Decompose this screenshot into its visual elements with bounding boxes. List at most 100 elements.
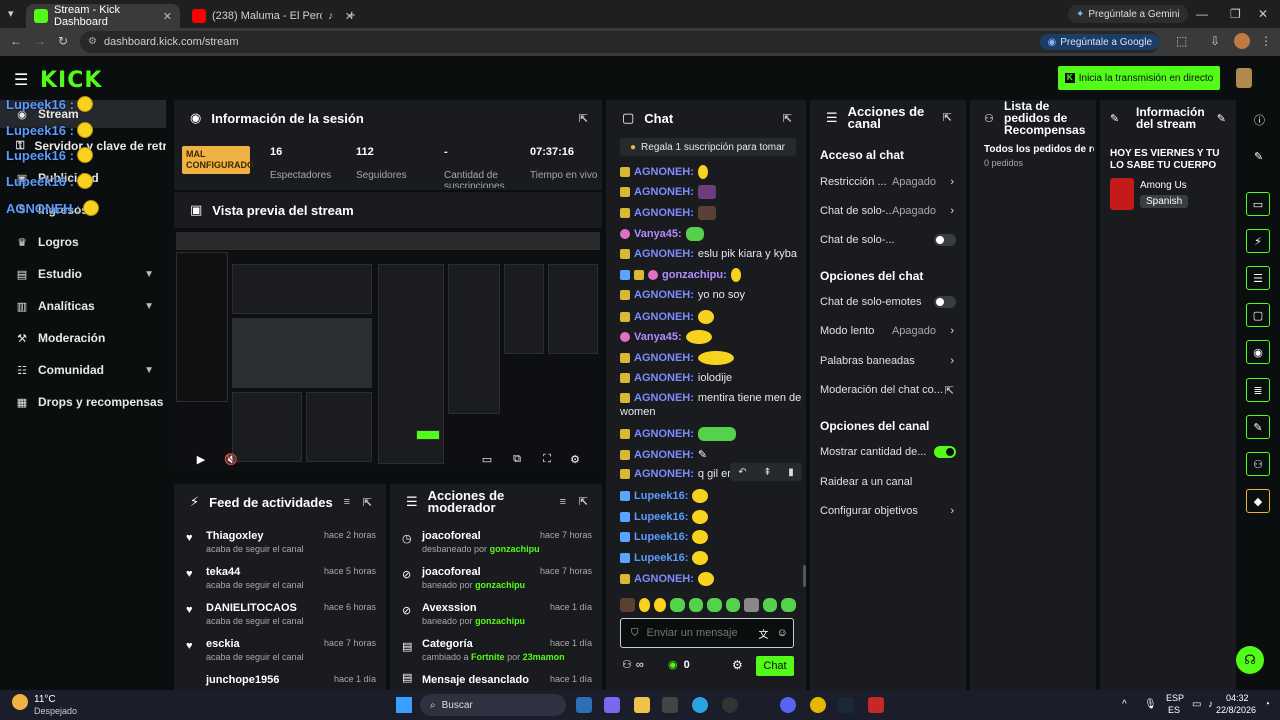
extensions-icon[interactable]: ⬚ [1176,34,1187,48]
activity-user[interactable]: esckia [206,638,240,650]
notification-bell-icon[interactable]: ◔ [1264,699,1270,710]
chat-username[interactable]: Lupeek16: [634,531,688,543]
tab-kick-dashboard[interactable]: Stream - Kick Dashboard ✕ [26,4,180,28]
mic-icon[interactable]: 🎙 [1144,699,1157,710]
nav-studio[interactable]: ▤ Estudio ▼ [0,260,166,288]
mod-user[interactable]: 23mamon [523,652,565,662]
chat-users-indicator[interactable]: ⚇ ∞ [622,658,644,672]
rail-preview-button[interactable]: ◉ [1246,340,1270,364]
emotes-only-toggle[interactable] [934,296,956,308]
nav-analytics[interactable]: ▥ Analíticas ▼ [0,292,166,320]
popout-icon[interactable]: ⇱ [943,112,952,124]
chat-message[interactable]: AGNONEH: yo no soy [620,289,745,301]
tab-menu-icon[interactable]: ▾ [8,7,14,20]
emote-icon[interactable] [744,598,759,612]
steam-icon[interactable] [576,697,592,713]
kicks-counter[interactable]: ◉ 0 [668,658,690,672]
chat-message[interactable]: AGNONEH: mentira tiene men de [620,392,801,404]
chat-moderation-row[interactable]: Moderación del chat co... ⇱ [820,382,956,398]
chat-username[interactable]: Lupeek16: [634,490,688,502]
mod-user[interactable]: gonzachipu [475,580,525,590]
emote-icon[interactable] [762,598,778,612]
popout-icon[interactable]: ⇱ [783,112,792,125]
chat-username[interactable]: AGNONEH: [634,449,694,461]
github-icon[interactable] [722,697,738,713]
translate-icon[interactable]: 文 [759,626,769,641]
game-app-icon[interactable] [868,697,884,713]
chat-username[interactable]: AGNONEH: [634,289,694,301]
show-count-toggle[interactable] [934,446,956,458]
popout-icon[interactable]: ⇱ [579,496,588,508]
activity-user[interactable]: teka44 [206,566,240,578]
mod-target[interactable]: Avexssion [422,602,477,614]
chat-username[interactable]: Lupeek16: [634,511,688,523]
downloads-icon[interactable]: ⇩ [1210,34,1220,48]
network-icon[interactable]: ▭ [1192,699,1201,710]
emote-icon[interactable] [654,598,666,612]
mod-user[interactable]: gonzachipu [475,616,525,626]
chat-message[interactable]: AGNONEH: [620,351,734,365]
speaker-icon[interactable]: ♪ [328,10,334,22]
chat-username[interactable]: AGNONEH: [634,428,694,440]
chat-input[interactable]: ⛉ 文 ☺ [620,618,794,648]
hamburger-menu-icon[interactable]: ☰ [14,70,28,90]
user-avatar[interactable] [1236,68,1252,88]
raid-row[interactable]: Raidear a un canal [820,474,956,490]
chat-scrollbar[interactable] [803,565,806,587]
chat-message[interactable]: AGNONEH: q gil eres [620,468,743,480]
pip-icon[interactable]: ⧉ [510,452,524,466]
steam-app-icon[interactable] [838,697,854,713]
rail-settings-button[interactable]: ◆ [1246,489,1270,513]
ask-google-button[interactable]: ◉ Pregúntale a Google [1039,34,1160,50]
chat-message[interactable]: AGNONEH: [620,427,736,441]
chat-message[interactable]: AGNONEH: [620,572,714,586]
chat-username[interactable]: AGNONEH: [634,186,694,198]
discord-icon[interactable] [780,697,796,713]
category-link[interactable]: Fortnite [471,652,505,662]
chat-username[interactable]: AGNONEH: [634,573,694,585]
tray-overflow-icon[interactable]: ^ [1122,699,1127,710]
nav-drops[interactable]: ▦ Drops y recompensas [0,388,166,416]
mod-user[interactable]: gonzachipu [490,544,540,554]
chat-message[interactable]: AGNONEH: [620,310,714,324]
mod-target[interactable]: joacoforeal [422,566,481,578]
close-window-icon[interactable]: ✕ [1258,7,1268,21]
chrome-icon[interactable] [810,697,826,713]
windows-start-icon[interactable] [396,697,412,713]
popout-icon[interactable]: ⇱ [363,496,372,509]
nav-moderation[interactable]: ⚒ Moderación [0,324,166,352]
gemini-button[interactable]: ✦ Pregúntale a Gemini [1068,5,1188,23]
terminal-icon[interactable] [662,697,678,713]
chat-username[interactable]: gonzachipu: [662,269,727,281]
chat-username[interactable]: AGNONEH: [634,207,694,219]
chat-message[interactable]: Vanya45: [620,227,704,241]
popout-icon[interactable]: ⇱ [579,112,588,125]
rail-stream-info-button[interactable]: ✎ [1246,415,1270,439]
info-icon[interactable]: ⓘ [1254,112,1265,128]
chat-message[interactable]: AGNONEH: [620,165,708,179]
fullscreen-icon[interactable]: ⛶ [540,452,554,466]
chat-message[interactable]: Lupeek16: [620,510,709,524]
file-explorer-icon[interactable] [634,697,650,713]
site-info-icon[interactable]: ⚙ [88,36,97,47]
chat-message[interactable]: AGNONEH: [620,206,716,220]
chat-username[interactable]: Lupeek16: [634,552,688,564]
restriction-row[interactable]: Restricción ... Apagado › [820,174,956,190]
language-code[interactable]: ESP [1166,693,1184,703]
minimize-icon[interactable]: — [1196,7,1208,21]
help-support-icon[interactable]: ☊ [1236,646,1264,674]
trash-icon[interactable]: ▮ [788,467,794,478]
reply-icon[interactable]: ↶ [738,467,746,478]
mod-target[interactable]: joacoforeal [422,530,481,542]
pin-icon[interactable]: ⇞ [763,467,771,478]
emote-icon[interactable] [620,598,635,612]
tab-youtube[interactable]: (238) Maluma - El Perdedor ♪ ✕ [184,4,362,28]
edit-pencil-icon[interactable]: ✎ [1217,112,1226,125]
kick-logo[interactable]: KICK [40,68,102,93]
activity-user[interactable]: Thiagoxley [206,530,263,542]
chat-message-field[interactable] [646,627,751,639]
rail-chat-button[interactable]: ▢ [1246,303,1270,327]
slow-mode-row[interactable]: Modo lento Apagado › [820,323,956,339]
emote-icon[interactable] [688,598,704,612]
profile-avatar[interactable] [1234,33,1250,49]
